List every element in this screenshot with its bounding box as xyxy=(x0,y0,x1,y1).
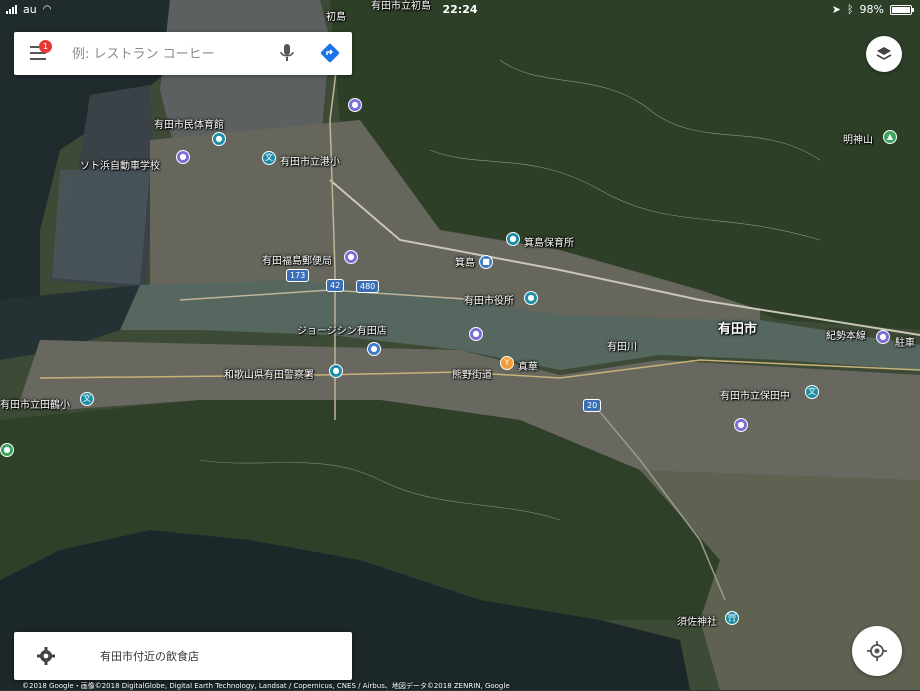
explore-nearby-card[interactable]: 有田市付近の飲食店 xyxy=(14,632,352,680)
map-label-city-hall[interactable]: 有田市役所 xyxy=(464,292,514,307)
school-icon[interactable]: 文 xyxy=(805,385,819,399)
school-icon[interactable]: 文 xyxy=(80,392,94,406)
school-icon[interactable]: 文 xyxy=(262,151,276,165)
pin-icon[interactable]: ● xyxy=(469,327,483,341)
mic-icon[interactable] xyxy=(279,43,295,63)
map-label-jusco[interactable]: ジョージシン有田店 xyxy=(297,322,387,337)
battery-percent: 98% xyxy=(859,3,884,16)
search-box[interactable]: 1 xyxy=(14,32,352,75)
map-label-fukushima-post[interactable]: 有田福島郵便局 xyxy=(262,252,332,267)
map-label-shinka[interactable]: 真華 xyxy=(518,358,538,373)
park-icon[interactable]: ● xyxy=(0,443,14,457)
map-label-myojinyama[interactable]: 明神山 xyxy=(843,131,873,146)
restaurant-icon[interactable]: Y xyxy=(500,356,514,370)
layers-button[interactable] xyxy=(866,36,902,72)
directions-icon[interactable] xyxy=(320,43,340,63)
map-label-kisei-line[interactable]: 紀勢本線 xyxy=(826,327,866,342)
pin-icon[interactable]: ● xyxy=(876,330,890,344)
notification-badge: 1 xyxy=(39,40,52,53)
map-label-aridashi[interactable]: 有田市 xyxy=(718,318,757,337)
bluetooth-icon: ᛒ xyxy=(846,3,854,16)
map-label-police[interactable]: 和歌山県有田警察署 xyxy=(224,366,314,381)
pin-icon[interactable]: ● xyxy=(734,418,748,432)
my-location-button[interactable] xyxy=(852,626,902,676)
layers-icon xyxy=(876,47,892,60)
shop-icon[interactable]: ● xyxy=(367,342,381,356)
explore-label: 有田市付近の飲食店 xyxy=(100,650,199,663)
route-shield: 20 xyxy=(583,399,602,412)
my-location-icon xyxy=(867,641,887,661)
map-label-parking[interactable]: 駐車 xyxy=(895,334,915,349)
route-shield: 42 xyxy=(326,279,345,292)
map-label-hoda-junior[interactable]: 有田市立保田中 xyxy=(720,387,790,402)
satellite-map[interactable] xyxy=(0,0,920,690)
pin-icon[interactable]: ● xyxy=(524,291,538,305)
map-label-arida-gym[interactable]: 有田市民体育館 xyxy=(154,116,224,131)
map-label-minato-elem[interactable]: 有田市立港小 xyxy=(280,153,340,168)
map-label-minoshima[interactable]: 箕島 xyxy=(455,254,475,269)
search-input[interactable] xyxy=(70,42,274,66)
route-shield: 173 xyxy=(286,269,310,282)
map-label-susa-shrine[interactable]: 須佐神社 xyxy=(677,613,717,628)
train-icon[interactable]: ■ xyxy=(479,255,493,269)
map-label-kumano-kaido[interactable]: 熊野街道 xyxy=(452,366,492,381)
pin-icon[interactable]: ● xyxy=(329,364,343,378)
park-icon[interactable]: ▲ xyxy=(883,130,897,144)
map-label-soto-school[interactable]: ソト浜自動車学校 xyxy=(80,157,160,172)
map-label-tazuru[interactable]: 有田市立田鶴小 xyxy=(0,396,70,411)
pin-icon[interactable]: ● xyxy=(344,250,358,264)
route-shield: 480 xyxy=(356,280,380,293)
location-arrow-icon: ➤ xyxy=(831,3,841,16)
map-label-aridagawa[interactable]: 有田川 xyxy=(607,338,637,353)
map-label-mino-nursery[interactable]: 箕島保育所 xyxy=(524,234,574,249)
battery-icon xyxy=(890,4,914,15)
pin-icon[interactable]: ● xyxy=(176,150,190,164)
clock: 22:24 xyxy=(442,3,478,16)
pin-icon[interactable]: ● xyxy=(212,132,226,146)
pin-icon[interactable]: ● xyxy=(506,232,520,246)
status-bar: au ◠ 22:24 ➤ ᛒ 98% xyxy=(0,0,920,20)
pin-icon[interactable]: ● xyxy=(348,98,362,112)
shrine-icon[interactable]: ⛩ xyxy=(725,611,739,625)
gear-icon xyxy=(37,647,55,665)
